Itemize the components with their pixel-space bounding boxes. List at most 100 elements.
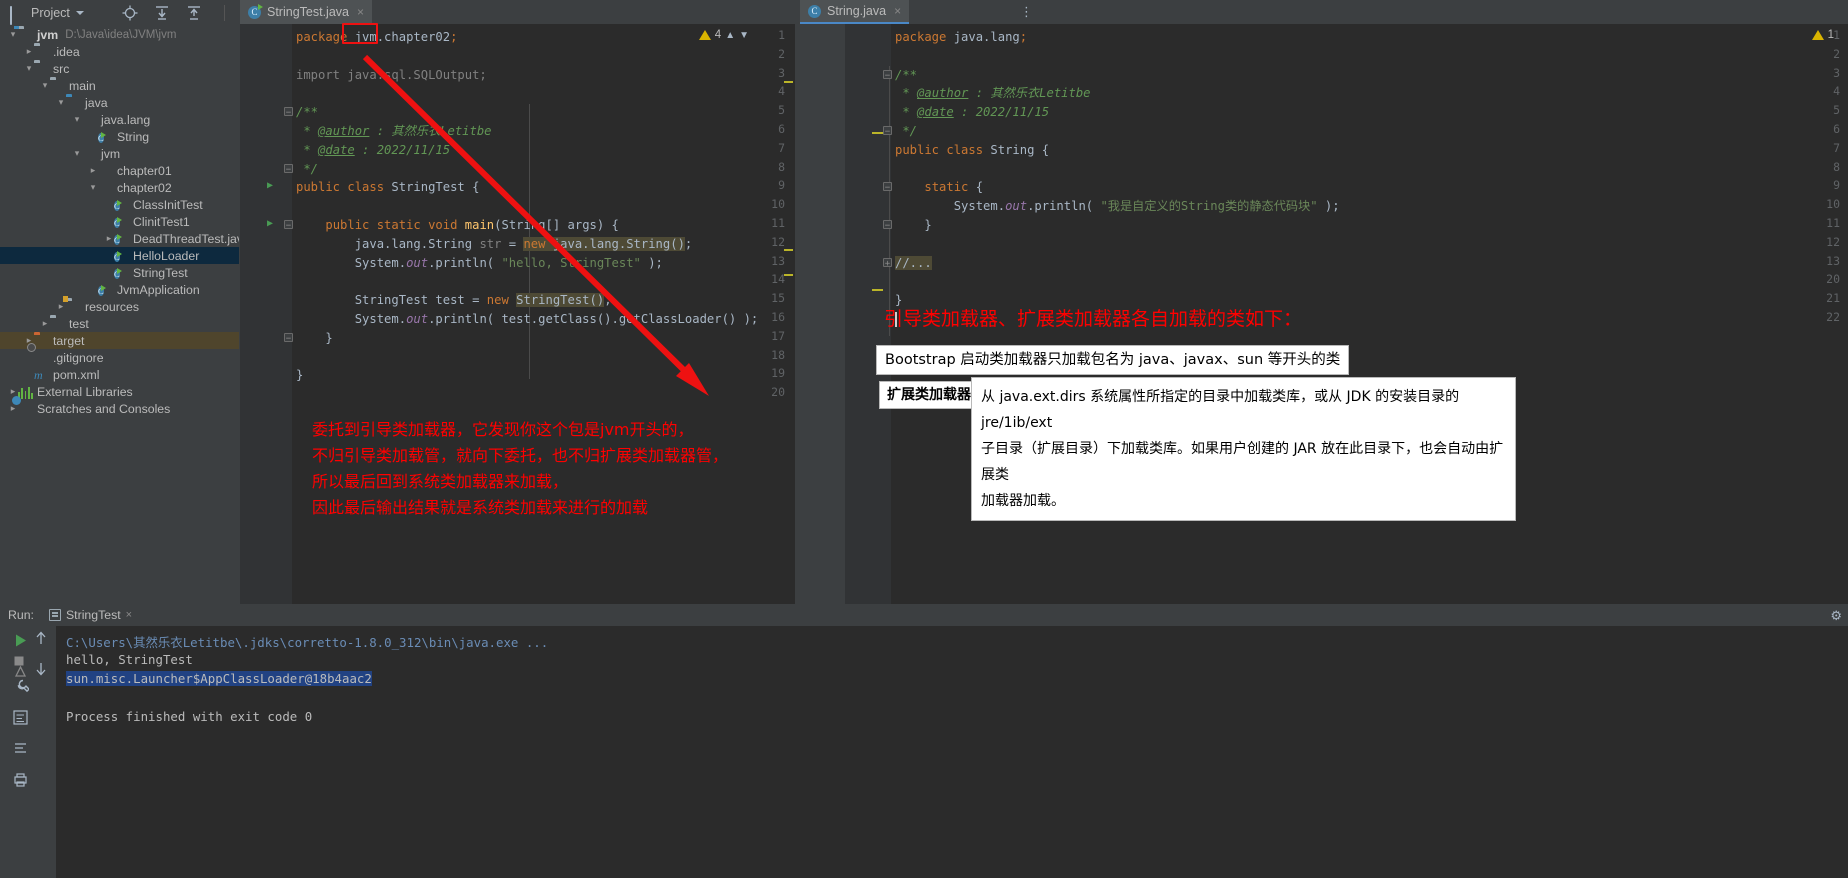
editor-tabstrip: C StringTest.java × ⋮ C String.java × (240, 0, 1848, 24)
tree-item-resources[interactable]: resources (0, 298, 239, 315)
code-line[interactable]: System.out.println( "hello, StringTest" … (296, 254, 663, 273)
run-config-tab[interactable]: StringTest × (42, 605, 139, 625)
code-line[interactable]: public class StringTest { (296, 178, 479, 197)
code-line[interactable]: StringTest test = new StringTest(); (296, 291, 612, 310)
code-line[interactable]: * @author : 其然乐衣Letitbe (895, 84, 1090, 103)
scroll-to-end-icon[interactable] (12, 740, 29, 757)
close-icon[interactable]: × (357, 5, 364, 19)
package-icon (82, 113, 97, 126)
close-icon[interactable]: × (126, 609, 132, 621)
step-down-icon[interactable] (34, 661, 51, 678)
code-line[interactable]: /** (895, 66, 917, 85)
line-number: 11 (771, 216, 785, 230)
code-line[interactable]: System.out.println( "我是自定义的String类的静态代码块… (895, 197, 1340, 216)
code-fold-toggle[interactable]: − (284, 163, 293, 175)
tree-item-stringtest[interactable]: C StringTest (0, 264, 239, 281)
tree-disclosure-arrow[interactable] (56, 94, 66, 111)
tree-item-clinittest1[interactable]: C ClinitTest1 (0, 213, 239, 230)
code-fold-toggle[interactable]: − (883, 182, 892, 193)
inspection-status[interactable]: 4 ▲ ▼ (698, 29, 749, 41)
run-console-output[interactable]: C:\Users\其然乐衣Letitbe\.jdks\corretto-1.8.… (56, 626, 1848, 878)
tree-disclosure-arrow[interactable] (40, 315, 50, 332)
annotation-note-line-2: 不归引导类加载管，就向下委托，也不归扩展类加载器管， (312, 446, 729, 465)
code-fold-toggle[interactable]: − (883, 69, 892, 81)
run-gutter-icon[interactable]: ▶ (267, 218, 273, 229)
soft-wrap-icon[interactable] (12, 709, 29, 726)
tree-item-deadthreadtest-java[interactable]: C DeadThreadTest.java (0, 230, 239, 247)
code-line[interactable]: java.lang.String str = new java.lang.Str… (296, 235, 692, 254)
tree-item-chapter02[interactable]: chapter02 (0, 179, 239, 196)
collapse-all-icon[interactable] (186, 5, 202, 21)
wrench-icon[interactable] (12, 678, 30, 695)
tree-item-chapter01[interactable]: chapter01 (0, 162, 239, 179)
code-line[interactable]: * @author : 其然乐衣Letitbe (296, 122, 491, 141)
code-fold-toggle[interactable]: − (284, 107, 293, 118)
code-fold-toggle[interactable]: − (284, 332, 293, 344)
tree-item-java-lang[interactable]: java.lang (0, 111, 239, 128)
code-line[interactable]: * @date : 2022/11/15 (296, 141, 450, 160)
code-fold-toggle[interactable]: − (284, 220, 293, 231)
tree-item-java[interactable]: java (0, 94, 239, 111)
tree-item--idea[interactable]: .idea (0, 43, 239, 60)
tree-item-jvm[interactable]: jvm (0, 145, 239, 162)
code-line[interactable]: /** (296, 103, 318, 122)
tree-disclosure-arrow[interactable] (72, 145, 82, 162)
tab-options-icon[interactable]: ⋮ (1020, 4, 1033, 20)
tree-disclosure-arrow[interactable] (24, 43, 34, 60)
code-line[interactable]: */ (296, 160, 318, 179)
line-number: 5 (778, 103, 785, 118)
code-line[interactable]: static { (895, 178, 983, 197)
expand-all-icon[interactable] (154, 5, 170, 21)
code-line[interactable]: public static void main(String[] args) { (296, 216, 619, 235)
tree-item-external-libraries[interactable]: External Libraries (0, 383, 239, 400)
tree-disclosure-arrow[interactable] (88, 162, 98, 179)
project-view-selector[interactable]: Project (0, 0, 92, 26)
code-line[interactable]: */ (895, 122, 917, 141)
run-icon[interactable] (12, 632, 29, 649)
tab-string-java[interactable]: C String.java × (800, 0, 910, 24)
code-fold-toggle[interactable]: − (883, 126, 892, 137)
tree-item-test[interactable]: test (0, 315, 239, 332)
code-line[interactable]: import java.sql.SQLOutput; (296, 66, 487, 85)
tree-item-src[interactable]: src (0, 60, 239, 77)
code-line[interactable]: package java.lang; (895, 28, 1027, 47)
code-fold-toggle[interactable]: − (883, 220, 892, 231)
code-line[interactable]: //... (895, 254, 932, 273)
code-line[interactable]: * @date : 2022/11/15 (895, 103, 1049, 122)
code-line[interactable]: public class String { (895, 141, 1049, 160)
code-line[interactable]: System.out.println( test.getClass().getC… (296, 310, 759, 329)
hide-panel-icon[interactable]: ⚙ (1830, 608, 1842, 624)
tree-disclosure-arrow[interactable] (72, 111, 82, 128)
close-icon[interactable]: × (894, 4, 901, 18)
project-tree[interactable]: jvm D:\Java\idea\JVM\jvm .idea src main java j… (0, 26, 239, 604)
code-line[interactable]: } (296, 366, 303, 385)
chevron-down-icon[interactable] (75, 11, 84, 15)
prev-problem-icon[interactable]: ▲ (725, 30, 735, 41)
step-up-icon[interactable] (34, 630, 51, 647)
stop-process-icon[interactable] (12, 654, 29, 671)
run-gutter-icon[interactable]: ▶ (267, 180, 273, 191)
tree-disclosure-arrow[interactable] (24, 60, 34, 77)
print-icon[interactable] (12, 771, 29, 788)
tree-item-label: src (53, 61, 70, 76)
tree-item-jvm[interactable]: jvm D:\Java\idea\JVM\jvm (0, 26, 239, 43)
external-libraries-icon (18, 385, 33, 399)
code-fold-toggle[interactable]: + (883, 257, 892, 269)
tree-disclosure-arrow[interactable] (40, 77, 50, 94)
folder-icon (50, 79, 65, 92)
tree-item--gitignore[interactable]: .gitignore (0, 349, 239, 366)
tree-item-scratches-and-consoles[interactable]: Scratches and Consoles (0, 400, 239, 417)
tree-item-helloloader[interactable]: C HelloLoader (0, 247, 239, 264)
tree-item-string[interactable]: C String (0, 128, 239, 145)
tree-item-pom-xml[interactable]: m pom.xml (0, 366, 239, 383)
code-line[interactable]: } (296, 329, 332, 348)
tree-disclosure-arrow[interactable] (88, 179, 98, 196)
tree-item-classinittest[interactable]: C ClassInitTest (0, 196, 239, 213)
tab-stringtest-java[interactable]: C StringTest.java × (240, 0, 372, 24)
locate-icon[interactable] (122, 5, 138, 21)
tree-item-jvmapplication[interactable]: C JvmApplication (0, 281, 239, 298)
tree-disclosure-arrow[interactable] (104, 230, 114, 247)
annotation-note-line-1: 委托到引导类加载器，它发现你这个包是jvm开头的， (312, 420, 694, 439)
code-line[interactable]: } (895, 216, 931, 235)
tree-item-main[interactable]: main (0, 77, 239, 94)
